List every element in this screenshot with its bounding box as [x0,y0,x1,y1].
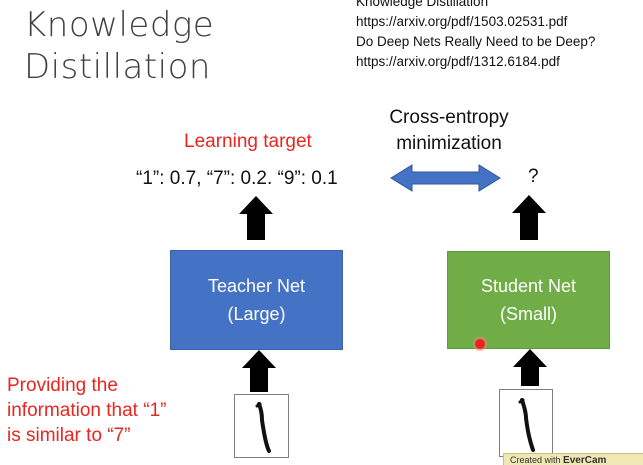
handwritten-one-glyph [518,398,535,452]
teacher-input-arrow [242,350,276,392]
slide: Knowledge Distillation Knowledge Distill… [0,0,643,465]
student-net-box: Student Net (Small) [447,251,610,349]
watermark-badge: Created with EverCam [503,453,643,465]
cross-entropy-double-arrow [390,164,501,192]
providing-line-1: Providing the [7,375,118,396]
student-net-size: (Small) [500,304,557,324]
providing-information-note: Providing the information that “1” is si… [7,373,166,448]
providing-line-3: is similar to “7” [7,425,131,446]
providing-line-2: information that “1” [7,400,167,421]
student-input-digit-image [499,389,553,457]
teacher-output-arrow [239,196,273,240]
student-input-arrow [513,349,547,386]
handwritten-one-glyph [255,402,271,453]
watermark-brand: EverCam [563,455,607,465]
student-output-arrow [512,195,546,240]
teacher-net-size: (Large) [227,304,286,324]
teacher-input-digit-image [234,394,289,458]
laser-pointer-dot [475,339,485,349]
teacher-net-name: Teacher Net [207,276,306,296]
teacher-net-box: Teacher Net (Large) [170,250,343,350]
watermark-prefix: Created with [510,455,561,465]
student-net-name: Student Net [480,276,577,296]
